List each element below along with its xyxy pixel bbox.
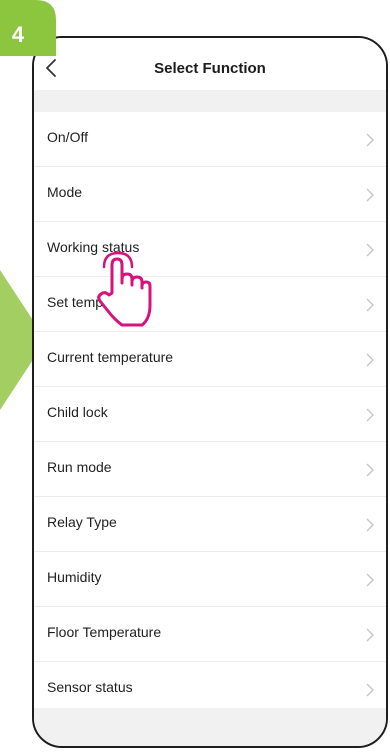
function-label: Run mode: [47, 459, 112, 475]
chevron-right-icon: [366, 133, 374, 147]
phone-screen: Select Function On/Off Mode Working stat…: [32, 36, 388, 748]
function-label: Humidity: [47, 569, 102, 585]
function-label: On/Off: [47, 129, 88, 145]
function-item-on-off[interactable]: On/Off: [34, 112, 386, 167]
function-label: Floor Temperature: [47, 624, 162, 640]
chevron-right-icon: [366, 628, 374, 642]
function-label: Current temperature: [47, 349, 174, 365]
chevron-right-icon: [366, 683, 374, 697]
step-number: 4: [11, 22, 25, 47]
nav-bar: Select Function: [34, 38, 386, 90]
function-label: Mode: [47, 184, 83, 200]
chevron-right-icon: [366, 243, 374, 257]
section-divider: [34, 90, 386, 112]
chevron-right-icon: [366, 518, 374, 532]
function-item-humidity[interactable]: Humidity: [34, 552, 386, 607]
function-label: Child lock: [47, 404, 108, 420]
chevron-right-icon: [366, 408, 374, 422]
function-label: Relay Type: [47, 514, 117, 530]
bottom-spacer: [34, 708, 386, 746]
function-item-set-temperature[interactable]: Set temperature: [34, 277, 386, 332]
chevron-right-icon: [366, 463, 374, 477]
chevron-right-icon: [366, 573, 374, 587]
function-item-relay-type[interactable]: Relay Type: [34, 497, 386, 552]
step-badge: 4: [0, 0, 56, 56]
pointing-hand-icon: [94, 249, 160, 333]
function-label: Sensor status: [47, 679, 133, 695]
chevron-right-icon: [366, 188, 374, 202]
function-item-current-temperature[interactable]: Current temperature: [34, 332, 386, 387]
function-item-mode[interactable]: Mode: [34, 167, 386, 222]
chevron-right-icon: [366, 353, 374, 367]
function-item-run-mode[interactable]: Run mode: [34, 442, 386, 497]
function-item-child-lock[interactable]: Child lock: [34, 387, 386, 442]
function-item-floor-temperature[interactable]: Floor Temperature: [34, 607, 386, 662]
chevron-right-icon: [366, 298, 374, 312]
function-item-working-status[interactable]: Working status: [34, 222, 386, 277]
page-title: Select Function: [154, 60, 266, 77]
function-list: On/Off Mode Working status Set temperatu…: [34, 112, 386, 717]
